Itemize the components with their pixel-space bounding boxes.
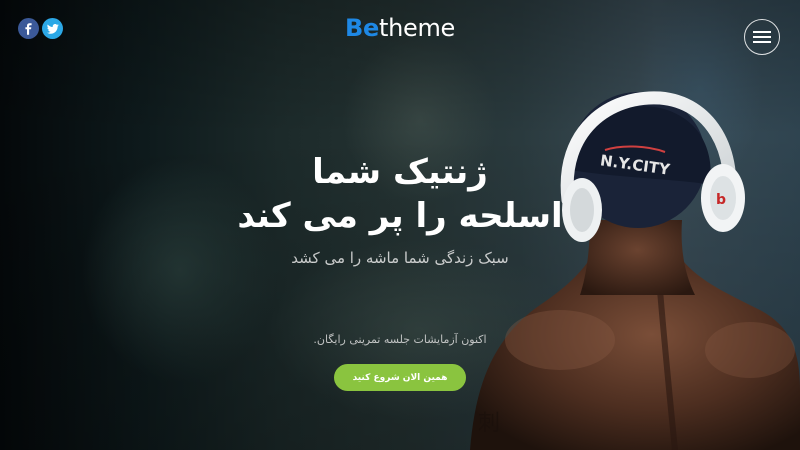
headline-line-2: اسلحه را پر می کند [237, 196, 563, 236]
hero-headline: ژنتیک شما اسلحه را پر می کند [230, 150, 570, 238]
beats-logo: b [716, 192, 726, 208]
logo-be: Be [344, 14, 379, 42]
hamburger-icon [753, 31, 771, 43]
logo-theme: theme [378, 14, 456, 42]
tattoo-mark: 刺 [478, 411, 500, 436]
trial-text: اکنون آزمایشات جلسه تمرینی رایگان. [313, 333, 487, 346]
headline-line-1: ژنتیک شما [312, 152, 488, 192]
site-logo[interactable]: Betheme [0, 14, 800, 42]
athlete-image: 刺 N.Y.CITY b [470, 91, 800, 450]
start-now-button[interactable]: همین الان شروع کنید [334, 364, 466, 391]
hero-subtitle: سبک زندگی شما ماشه را می کشد [291, 249, 509, 267]
menu-button[interactable] [744, 19, 780, 55]
